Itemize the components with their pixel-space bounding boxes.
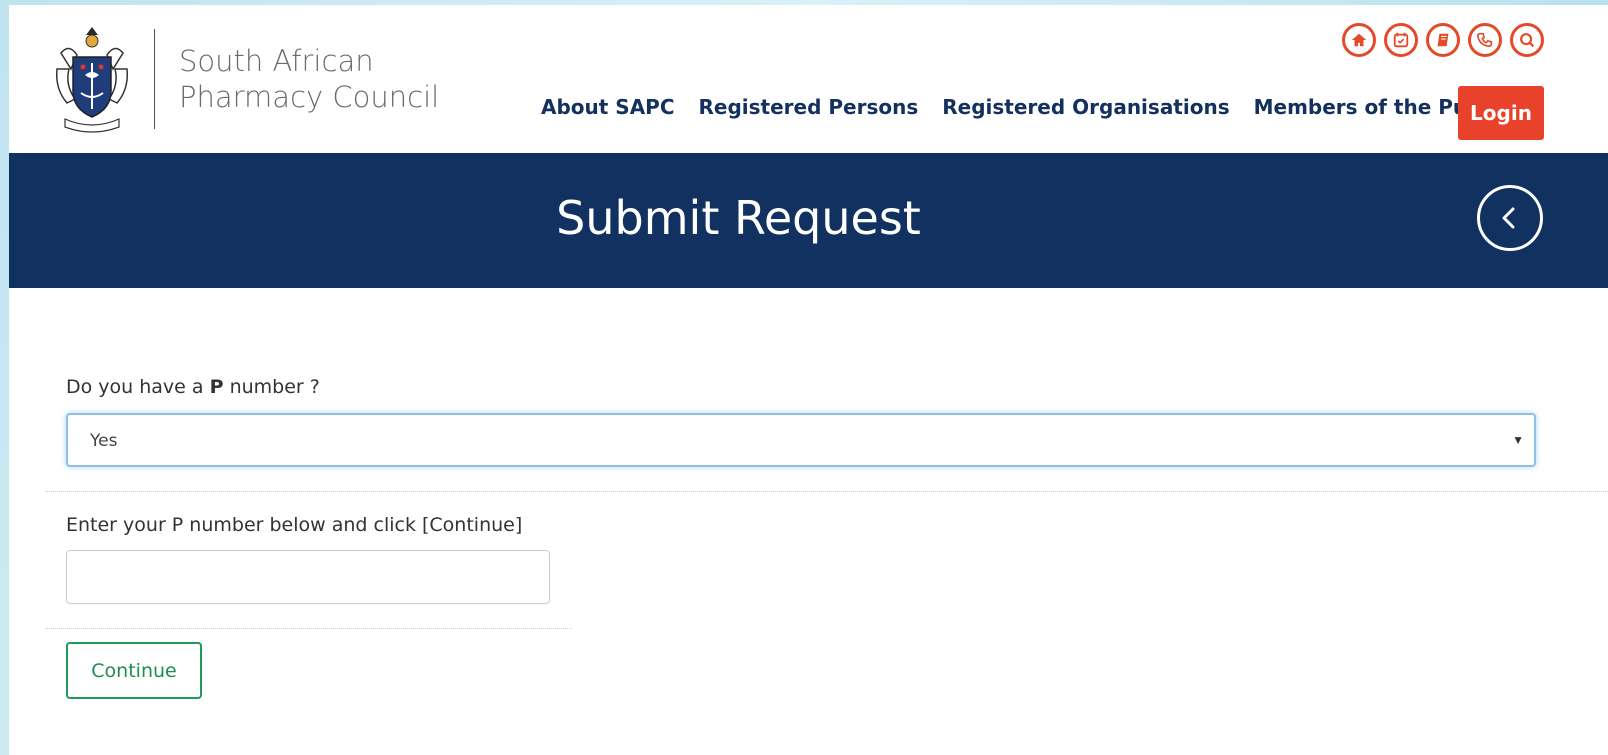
chevron-left-icon: [1502, 207, 1515, 229]
question-bold: P: [209, 376, 224, 398]
p-number-input-label: Enter your P number below and click [Con…: [66, 514, 523, 536]
page: South African Pharmacy Council About SAP…: [9, 5, 1608, 755]
site-header: South African Pharmacy Council About SAP…: [9, 5, 1608, 153]
coat-of-arms-logo: [55, 27, 129, 133]
utility-icon-bar: [1342, 23, 1544, 57]
back-button[interactable]: [1477, 185, 1543, 251]
book-icon[interactable]: [1426, 23, 1460, 57]
has-p-number-select[interactable]: Yes ▼: [66, 413, 1536, 467]
brand-name-line1: South African: [179, 44, 374, 78]
brand-name-line2: Pharmacy Council: [179, 80, 440, 114]
submit-request-form: Do you have a P number ? Yes ▼ Enter you…: [9, 288, 1608, 755]
phone-icon[interactable]: [1468, 23, 1502, 57]
page-banner: Submit Request: [9, 153, 1608, 288]
p-number-input[interactable]: [66, 550, 550, 604]
login-button[interactable]: Login: [1458, 86, 1544, 140]
brand-name: South African Pharmacy Council: [179, 43, 439, 115]
search-icon[interactable]: [1510, 23, 1544, 57]
question-prefix: Do you have a: [66, 376, 210, 398]
brand-divider: [154, 29, 155, 129]
nav-item-registered-organisations[interactable]: Registered Organisations: [942, 95, 1229, 119]
nav-item-about-sapc[interactable]: About SAPC: [541, 95, 675, 119]
divider: [45, 491, 1608, 492]
select-value: Yes: [90, 431, 118, 451]
continue-button[interactable]: Continue: [66, 642, 202, 699]
home-icon[interactable]: [1342, 23, 1376, 57]
calendar-icon[interactable]: [1384, 23, 1418, 57]
divider: [45, 628, 572, 629]
page-title: Submit Request: [556, 191, 921, 245]
nav-item-registered-persons[interactable]: Registered Persons: [699, 95, 919, 119]
p-number-question-label: Do you have a P number ?: [66, 376, 320, 398]
main-nav: About SAPC Registered Persons Registered…: [541, 95, 1507, 119]
caret-down-icon: ▼: [1512, 433, 1524, 447]
question-suffix: number ?: [223, 376, 320, 398]
